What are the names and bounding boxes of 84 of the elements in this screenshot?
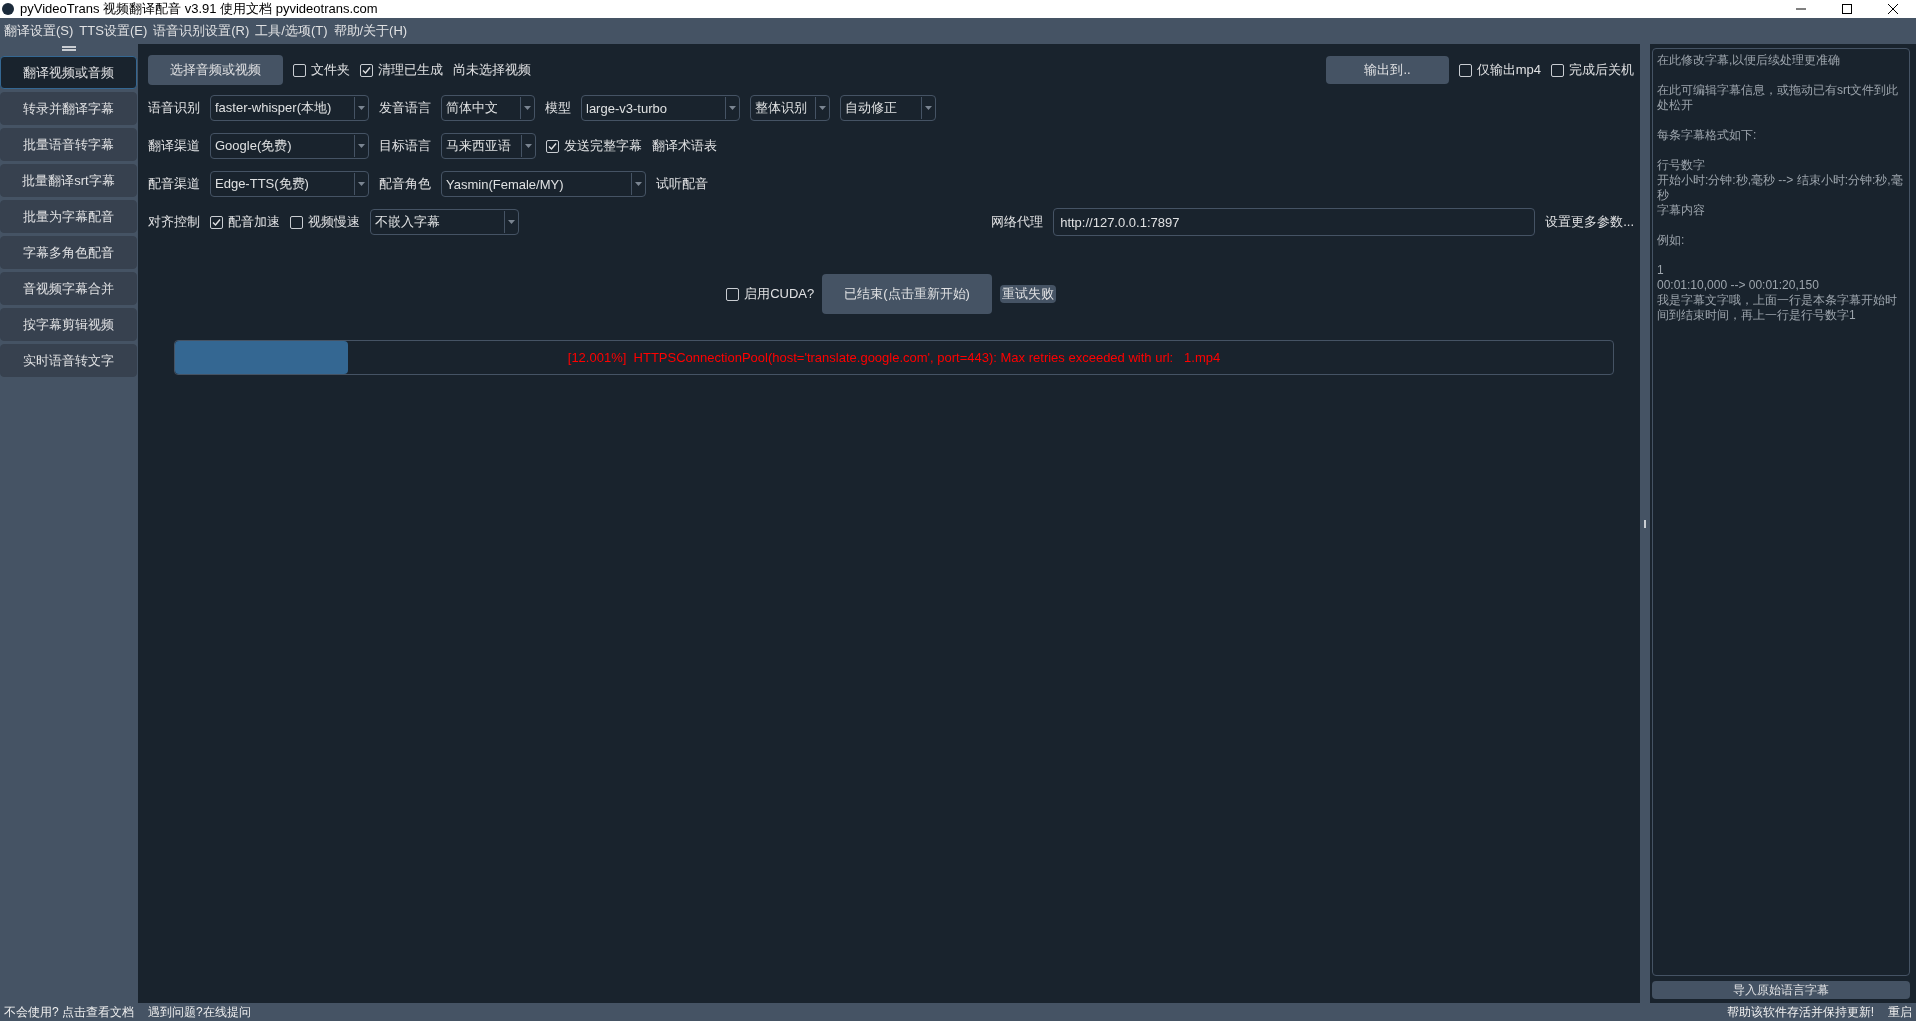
dropdown[interactable]: Yasmin(Female/MY) bbox=[441, 171, 646, 197]
retry-button[interactable]: 重试失败 bbox=[999, 285, 1056, 303]
dropdown[interactable]: 自动修正 bbox=[840, 95, 936, 121]
import-subtitle-button[interactable]: 导入原始语言字幕 bbox=[1652, 981, 1910, 999]
check-icon bbox=[212, 217, 221, 227]
placeholder-text: 1 bbox=[1657, 263, 1665, 278]
checkbox[interactable]: 仅输出mp4 bbox=[1458, 61, 1541, 79]
placeholder-text: 例如: bbox=[1657, 233, 1686, 248]
status-link[interactable]: 重启 bbox=[1888, 1003, 1912, 1021]
checkbox[interactable]: 启用CUDA? bbox=[726, 285, 815, 303]
check-icon bbox=[548, 141, 557, 151]
form-label: 对齐控制 bbox=[148, 213, 200, 231]
checkbox[interactable]: 完成后关机 bbox=[1551, 61, 1634, 79]
menu-item[interactable]: 语音识别设置(R) bbox=[151, 22, 254, 40]
text-link[interactable]: 翻译术语表 bbox=[652, 137, 717, 155]
dropdown[interactable]: 整体识别 bbox=[750, 95, 830, 121]
sidebar-item[interactable]: 实时语音转文字 bbox=[0, 344, 137, 377]
input-field[interactable]: http://127.0.0.1:7897 bbox=[1053, 208, 1536, 236]
status-text: 尚未选择视频 bbox=[453, 61, 531, 79]
caret-icon bbox=[508, 220, 515, 224]
text-link[interactable]: 试听配音 bbox=[656, 175, 708, 193]
menu-item[interactable]: 翻译设置(S) bbox=[2, 22, 78, 40]
form-label: 配音渠道 bbox=[148, 175, 200, 193]
menu-item[interactable]: 工具/选项(T) bbox=[253, 22, 332, 40]
sidebar-item[interactable]: 翻译视频或音频 bbox=[0, 56, 137, 89]
sidebar-item[interactable]: 批量语音转字幕 bbox=[0, 128, 137, 161]
placeholder-text: 00:01:10,000 --> 00:01:20,150 bbox=[1657, 278, 1820, 293]
caret-icon bbox=[525, 144, 532, 148]
subtitle-editor[interactable]: 在此修改字幕,以便后续处理更准确 在此可编辑字幕信息，或拖动已有srt文件到此处松开 每条字幕格式如下: 行号数字 开始小时:分钟:秒,毫秒 --> 结束小时:分钟:秒,毫秒 字幕内容 例如: 1 00:01:10,000 --> 00:01:20,150 我是字幕文字哦，上面一行是本条字幕开始时间到结束时间，再上一行是行号数字1 bbox=[1652, 48, 1910, 976]
window-title: pyVideoTrans 视频翻译配音 v3.91 使用文档 pyvideotrans.com bbox=[20, 0, 379, 18]
dropdown[interactable]: faster-whisper(本地) bbox=[210, 95, 369, 121]
form-label: 模型 bbox=[545, 99, 571, 117]
checkbox[interactable]: 视频慢速 bbox=[290, 213, 360, 231]
form-label: 目标语言 bbox=[379, 137, 431, 155]
sidebar-item[interactable]: 批量为字幕配音 bbox=[0, 200, 137, 233]
caret-icon bbox=[729, 106, 736, 110]
checkbox[interactable]: 文件夹 bbox=[293, 61, 350, 79]
dropdown[interactable]: 马来西亚语 bbox=[441, 133, 536, 159]
dropdown[interactable]: 不嵌入字幕 bbox=[370, 209, 519, 235]
form-label: 网络代理 bbox=[991, 213, 1044, 231]
start-button[interactable]: 已结束(点击重新开始) bbox=[822, 274, 992, 314]
placeholder-text: 在此可编辑字幕信息，或拖动已有srt文件到此处松开 bbox=[1657, 83, 1900, 113]
sidebar-item[interactable]: 批量翻译srt字幕 bbox=[0, 164, 137, 197]
help-link[interactable]: 不会使用? 点击查看文档 bbox=[4, 1003, 134, 1021]
checkbox[interactable]: 发送完整字幕 bbox=[546, 137, 642, 155]
sidebar-item[interactable]: 音视频字幕合并 bbox=[0, 272, 137, 305]
caret-icon bbox=[358, 182, 365, 186]
sidebar-item[interactable]: 字幕多角色配音 bbox=[0, 236, 137, 269]
app-logo-icon bbox=[2, 3, 14, 15]
text-link[interactable]: 设置更多参数... bbox=[1545, 213, 1634, 231]
form-label: 翻译渠道 bbox=[148, 137, 200, 155]
checkbox[interactable]: 配音加速 bbox=[210, 213, 280, 231]
caret-icon bbox=[635, 182, 642, 186]
caret-icon bbox=[358, 106, 365, 110]
sidebar-item[interactable]: 转录并翻译字幕 bbox=[0, 92, 137, 125]
check-icon bbox=[362, 65, 371, 75]
dropdown[interactable]: Google(免费) bbox=[210, 133, 369, 159]
sidebar-item[interactable]: 按字幕剪辑视频 bbox=[0, 308, 137, 341]
drag-handle-icon[interactable] bbox=[62, 46, 76, 51]
caret-icon bbox=[819, 106, 826, 110]
dropdown[interactable]: Edge-TTS(免费) bbox=[210, 171, 369, 197]
placeholder-text: 在此修改字幕,以便后续处理更准确 bbox=[1657, 53, 1842, 68]
dropdown[interactable]: large-v3-turbo bbox=[581, 95, 740, 121]
menu-item[interactable]: TTS设置(E) bbox=[77, 22, 152, 40]
splitter-handle-icon[interactable] bbox=[1644, 519, 1646, 528]
error-message: [12.001%] HTTPSConnectionPool(host='translate.google.com', port=443): Max retries exceeded with url: 1.mp4 bbox=[567, 350, 1221, 365]
form-label: 语音识别 bbox=[148, 99, 200, 117]
output-button[interactable]: 输出到.. bbox=[1326, 56, 1449, 84]
caret-icon bbox=[925, 106, 932, 110]
dropdown[interactable]: 简体中文 bbox=[441, 95, 535, 121]
caret-icon bbox=[358, 144, 365, 148]
placeholder-text: 我是字幕文字哦，上面一行是本条字幕开始时间到结束时间，再上一行是行号数字1 bbox=[1657, 293, 1898, 323]
choose-file-button[interactable]: 选择音频或视频 bbox=[148, 55, 283, 85]
form-label: 发音语言 bbox=[379, 99, 431, 117]
form-label: 配音角色 bbox=[379, 175, 431, 193]
checkbox[interactable]: 清理已生成 bbox=[360, 61, 443, 79]
placeholder-text: 每条字幕格式如下: bbox=[1657, 128, 1758, 143]
placeholder-text: 开始小时:分钟:秒,毫秒 --> 结束小时:分钟:秒,毫秒 bbox=[1657, 173, 1904, 203]
placeholder-text: 字幕内容 bbox=[1657, 203, 1706, 218]
placeholder-text: 行号数字 bbox=[1657, 158, 1706, 173]
status-link[interactable]: 帮助该软件存活并保持更新! bbox=[1726, 1003, 1874, 1021]
help-link[interactable]: 遇到问题?在线提问 bbox=[148, 1003, 251, 1021]
caret-icon bbox=[524, 106, 531, 110]
menu-item[interactable]: 帮助/关于(H) bbox=[331, 22, 412, 40]
